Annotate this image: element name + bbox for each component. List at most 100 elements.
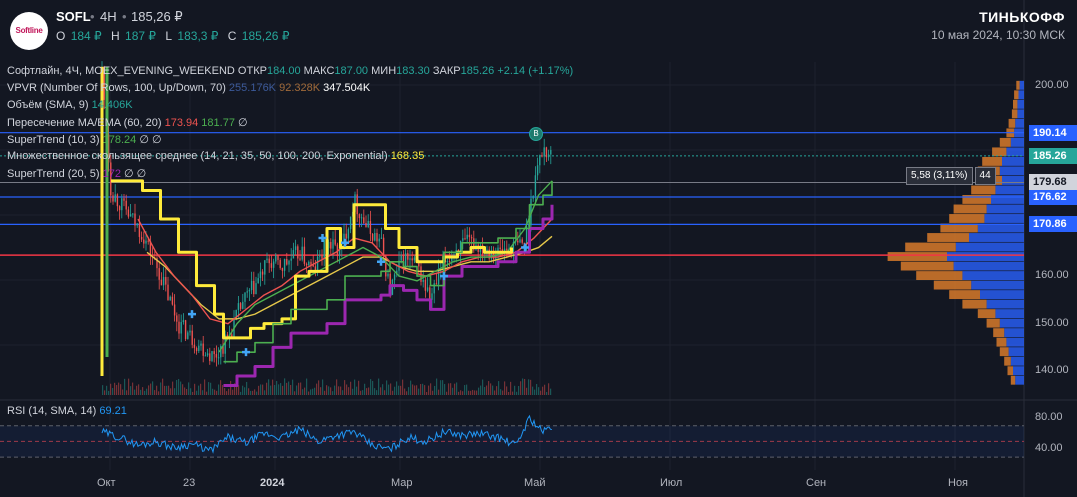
volume-bar bbox=[418, 388, 420, 395]
candle-body bbox=[466, 234, 468, 239]
candle-body bbox=[499, 247, 501, 249]
volume-bar bbox=[206, 391, 208, 395]
volume-bar bbox=[258, 385, 260, 395]
vpvr-down-bar bbox=[982, 156, 1002, 166]
volume-bar bbox=[536, 383, 538, 395]
candle-body bbox=[290, 258, 292, 261]
legend-volume[interactable]: Объём (SMA, 9) 14.406K bbox=[7, 99, 133, 111]
legend-vpvr[interactable]: VPVR (Number Of Rows, 100, Up/Down, 70) … bbox=[7, 82, 370, 94]
volume-bar bbox=[540, 390, 542, 395]
volume-bar bbox=[310, 389, 312, 395]
candle-body bbox=[332, 239, 334, 249]
vpvr-down-bar bbox=[905, 242, 956, 252]
vpvr-down-bar bbox=[993, 328, 1005, 338]
legend-ma-ema-cross[interactable]: Пересечение MA/EMA (60, 20) 173.94 181.7… bbox=[7, 116, 248, 129]
measure-tool-label[interactable]: 5,58 (3,11%) 44 bbox=[906, 167, 996, 185]
volume-bar bbox=[408, 387, 410, 395]
ma-cross-marker bbox=[521, 243, 529, 252]
vpvr-up-bar bbox=[971, 280, 1024, 290]
legend-multi-ma[interactable]: Множественное скользящее среднее (14, 21… bbox=[7, 150, 424, 162]
volume-bar bbox=[478, 387, 480, 395]
ohlc-close-value: 185,26 ₽ bbox=[241, 29, 290, 43]
volume-bar bbox=[102, 385, 104, 395]
candle-body bbox=[409, 258, 411, 260]
volume-bar bbox=[406, 391, 408, 395]
volume-bar bbox=[254, 389, 256, 395]
volume-bar bbox=[220, 380, 222, 395]
vpvr-up-bar bbox=[991, 195, 1024, 204]
volume-bar bbox=[426, 391, 428, 395]
candle-body bbox=[246, 291, 248, 293]
volume-bar bbox=[200, 383, 202, 395]
candle-body bbox=[281, 267, 284, 271]
vpvr-up-bar bbox=[999, 318, 1024, 328]
vpvr-down-bar bbox=[949, 214, 985, 223]
legend-supertrend-1[interactable]: SuperTrend (10, 3) 178.24 ∅ ∅ bbox=[7, 133, 162, 146]
candle-body bbox=[112, 195, 114, 202]
vpvr-up-bar bbox=[1010, 137, 1024, 147]
ma-cross-marker bbox=[188, 310, 196, 319]
volume-bar bbox=[348, 387, 350, 395]
volume-bar bbox=[238, 385, 240, 395]
candle-body bbox=[470, 237, 473, 239]
candle-body bbox=[330, 242, 332, 249]
volume-bar bbox=[494, 390, 496, 395]
volume-bar bbox=[534, 389, 536, 395]
volume-bar bbox=[304, 387, 306, 395]
ohlc-high-value: 187 ₽ bbox=[125, 29, 157, 43]
vpvr-up-bar bbox=[1006, 337, 1024, 347]
vpvr-up-bar bbox=[955, 242, 1024, 252]
symbol-ticker[interactable]: SOFL bbox=[56, 9, 91, 24]
time-tick-label: Май bbox=[524, 477, 546, 489]
candle-body bbox=[429, 287, 431, 300]
volume-bar bbox=[252, 390, 254, 395]
vpvr-up-bar bbox=[1004, 328, 1024, 338]
volume-bar bbox=[272, 379, 274, 395]
volume-bar bbox=[440, 380, 442, 395]
legend-rsi[interactable]: RSI (14, SMA, 14) 69.21 bbox=[7, 405, 127, 417]
volume-bar bbox=[414, 385, 416, 395]
vpvr-down-bar bbox=[962, 299, 987, 309]
candle-body bbox=[358, 214, 361, 219]
volume-bar bbox=[166, 385, 168, 395]
volume-bar bbox=[112, 388, 114, 395]
volume-bar bbox=[116, 385, 118, 395]
volume-bar bbox=[506, 386, 508, 395]
volume-bar bbox=[500, 389, 502, 395]
volume-bar bbox=[208, 382, 210, 395]
volume-bar bbox=[306, 378, 308, 395]
legend-main[interactable]: Софтлайн, 4Ч, MOEX_EVENING_WEEKEND ОТКР1… bbox=[7, 65, 573, 77]
vpvr-down-bar bbox=[986, 318, 1000, 328]
candle-body bbox=[198, 345, 200, 352]
volume-bar bbox=[472, 389, 474, 395]
volume-bar bbox=[404, 388, 406, 395]
volume-bar bbox=[412, 384, 414, 395]
candle-body bbox=[132, 213, 134, 215]
volume-bar bbox=[546, 391, 548, 395]
ohlc-readout: O 184 ₽ H 187 ₽ L 183,3 ₽ C 185,26 ₽ bbox=[56, 29, 291, 43]
volume-bar bbox=[328, 386, 330, 395]
candle-body bbox=[547, 154, 550, 158]
candle-body bbox=[237, 303, 240, 311]
candle-body bbox=[345, 233, 347, 239]
volume-bar bbox=[256, 391, 258, 395]
candle-body bbox=[378, 238, 380, 242]
buy-signal-marker[interactable]: B bbox=[529, 127, 543, 141]
volume-bar bbox=[340, 386, 342, 395]
volume-bar bbox=[438, 389, 440, 395]
volume-bar bbox=[476, 390, 478, 395]
candle-body bbox=[140, 236, 143, 240]
candle-body bbox=[519, 239, 521, 243]
candle-body bbox=[147, 240, 149, 242]
vpvr-up-bar bbox=[1002, 156, 1024, 166]
volume-bar bbox=[288, 381, 290, 395]
price-level-label: 176.62 bbox=[1029, 189, 1077, 205]
candle-body bbox=[165, 277, 167, 285]
ohlc-low-label: L bbox=[165, 29, 173, 43]
timeframe-label[interactable]: 4H bbox=[100, 9, 117, 24]
vpvr-up-bar bbox=[1015, 375, 1024, 385]
legend-supertrend-2[interactable]: SuperTrend (20, 5) 172 ∅ ∅ bbox=[7, 167, 146, 180]
volume-bar bbox=[538, 387, 540, 395]
volume-bar bbox=[190, 388, 192, 395]
volume-bar bbox=[474, 390, 476, 395]
